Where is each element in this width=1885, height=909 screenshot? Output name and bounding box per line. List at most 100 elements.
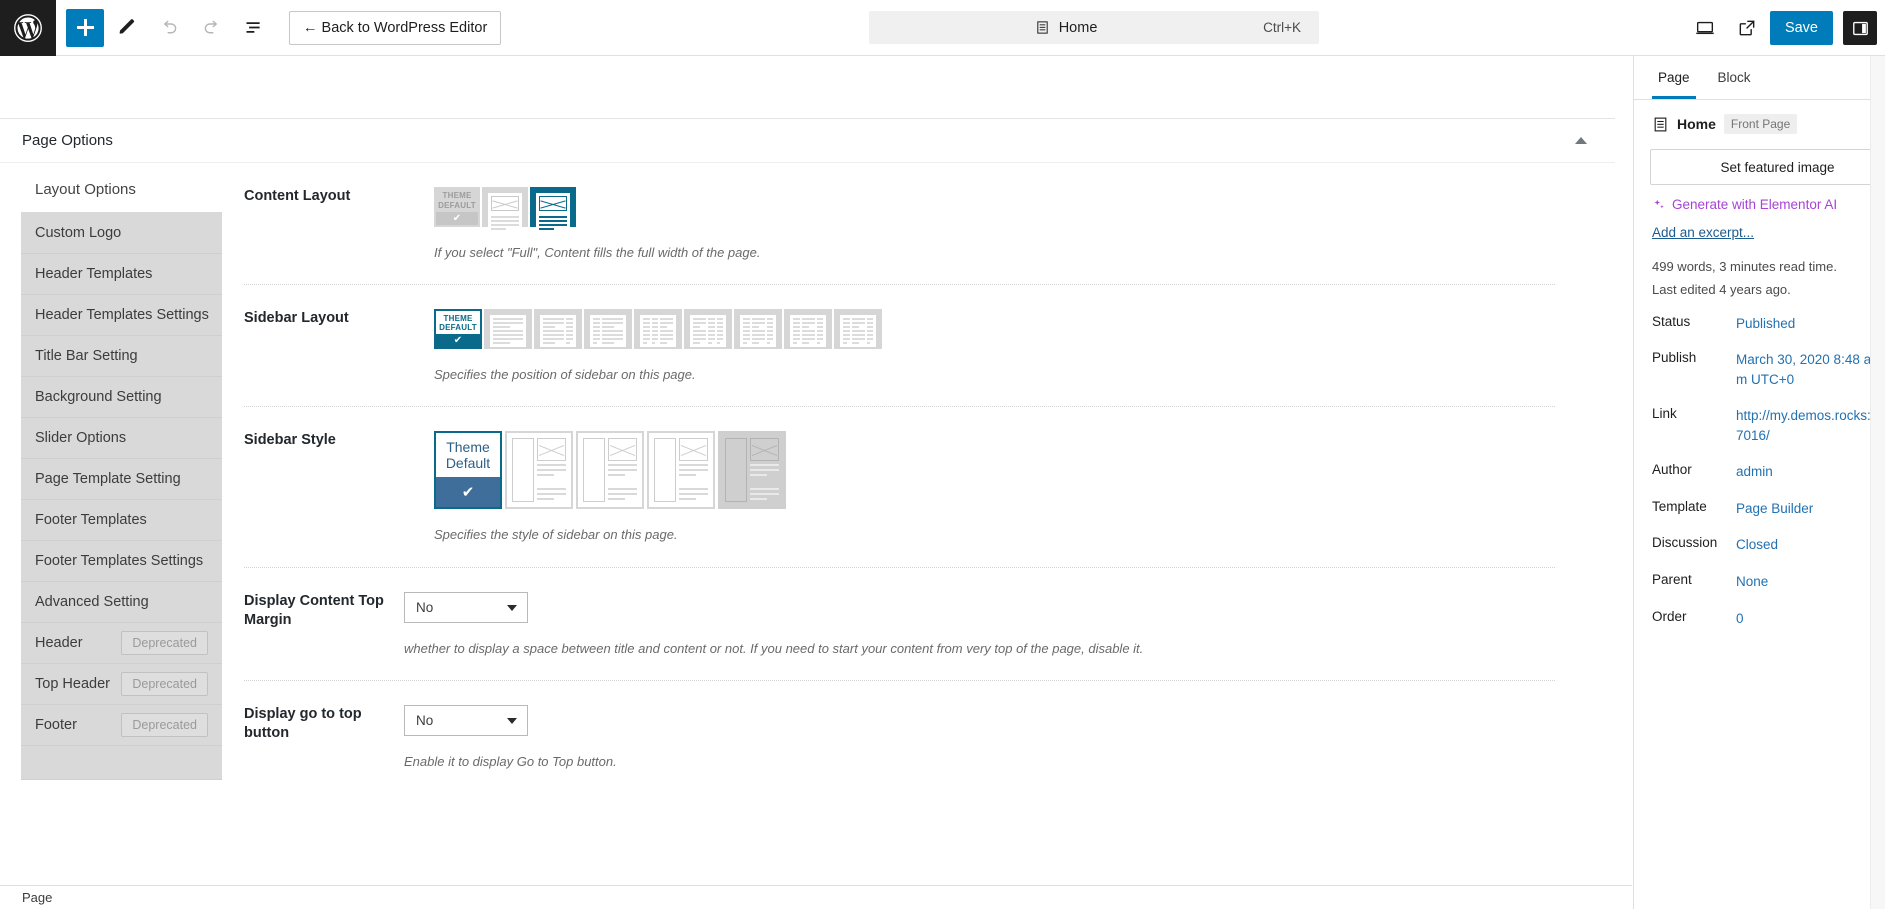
- preview-line: [843, 338, 850, 341]
- preview-line: [743, 322, 750, 325]
- preview-line: [566, 334, 573, 337]
- nav-item-custom-logo[interactable]: Custom Logo: [21, 213, 222, 254]
- meta-value[interactable]: March 30, 2020 8:48 am UTC+0: [1736, 350, 1875, 389]
- content-layout-option[interactable]: [530, 187, 576, 233]
- nav-item-background-setting[interactable]: Background Setting: [21, 377, 222, 418]
- preview-column: [643, 318, 650, 345]
- nav-item-footer-templates[interactable]: Footer Templates: [21, 500, 222, 541]
- meta-value[interactable]: http://my.demos.rocks:7016/: [1736, 406, 1875, 445]
- preview-line: [801, 342, 809, 345]
- meta-value[interactable]: None: [1736, 572, 1875, 592]
- theme-default-label: Theme Default: [445, 438, 491, 472]
- theme-default-swatch[interactable]: THEME DEFAULT ✔: [434, 187, 480, 227]
- content-top-margin-select[interactable]: No: [404, 591, 528, 623]
- preview-line: [679, 498, 697, 501]
- generate-with-elementor-ai-button[interactable]: Generate with Elementor AI: [1634, 197, 1885, 212]
- sidebar-style-default-swatch[interactable]: Theme Default ✔: [434, 431, 502, 510]
- sidebar-layout-option[interactable]: [684, 309, 732, 350]
- sidebar-style-option[interactable]: [647, 431, 715, 510]
- preview-column: [751, 318, 765, 345]
- sidebar-layout-option[interactable]: [734, 309, 782, 350]
- redo-button[interactable]: [192, 9, 230, 47]
- sidebar-layout-option[interactable]: [484, 309, 532, 350]
- meta-key: Link: [1652, 406, 1677, 422]
- tab-block[interactable]: Block: [1704, 56, 1765, 99]
- preview-line: [643, 322, 650, 325]
- preview-column: [793, 318, 800, 345]
- nav-item-label: Page Template Setting: [35, 471, 181, 487]
- sidebar-layout-option[interactable]: [534, 309, 582, 350]
- meta-value[interactable]: Closed: [1736, 535, 1875, 555]
- chevron-up-icon[interactable]: [1575, 137, 1587, 144]
- preview-line: [751, 334, 765, 337]
- theme-default-swatch[interactable]: THEME DEFAULT ✔: [434, 309, 482, 350]
- meta-value[interactable]: Page Builder: [1736, 499, 1875, 519]
- edit-tool-button[interactable]: [108, 9, 146, 47]
- preview-line: [766, 318, 773, 321]
- document-overview-button[interactable]: [234, 9, 272, 47]
- preview-column: [866, 318, 873, 345]
- theme-default-label: THEME DEFAULT: [436, 189, 478, 212]
- preview-line: [851, 318, 865, 321]
- wordpress-logo-icon[interactable]: [0, 0, 56, 56]
- meta-value[interactable]: 0: [1736, 609, 1875, 629]
- sidebar-scrollbar[interactable]: [1870, 56, 1885, 909]
- nav-item-footer[interactable]: Footer Deprecated: [21, 705, 222, 746]
- check-icon: ✔: [436, 477, 500, 508]
- preview-line: [693, 318, 706, 321]
- go-to-top-select[interactable]: No: [404, 704, 528, 736]
- image-placeholder-icon: [539, 196, 567, 211]
- sidebar-layout-option[interactable]: [634, 309, 682, 350]
- add-block-button[interactable]: [66, 8, 104, 47]
- content-layout-option[interactable]: [482, 187, 528, 233]
- nav-item-slider-options[interactable]: Slider Options: [21, 418, 222, 459]
- preview-column: [493, 318, 523, 345]
- sidebar-layout-option[interactable]: [584, 309, 632, 350]
- nav-item-label: Header Templates Settings: [35, 307, 209, 323]
- command-palette-button[interactable]: Home Ctrl+K: [869, 11, 1319, 44]
- meta-value[interactable]: Published: [1736, 314, 1875, 334]
- nav-item-header-templates-settings[interactable]: Header Templates Settings: [21, 295, 222, 336]
- save-button[interactable]: Save: [1769, 11, 1833, 45]
- preview-line: [537, 464, 566, 467]
- preview-sidebar-column: [583, 438, 605, 503]
- tab-page[interactable]: Page: [1644, 56, 1704, 99]
- preview-line: [643, 334, 650, 337]
- preview-line: [843, 330, 850, 333]
- sidebar-style-option[interactable]: [505, 431, 573, 510]
- preview-line: [751, 342, 759, 345]
- preview-line: [816, 326, 823, 329]
- nav-item-header-templates[interactable]: Header Templates: [21, 254, 222, 295]
- add-excerpt-link[interactable]: Add an excerpt...: [1634, 225, 1885, 240]
- set-featured-image-button[interactable]: Set featured image: [1650, 149, 1885, 185]
- desktop-preview-button[interactable]: [1686, 9, 1724, 47]
- undo-button[interactable]: [150, 9, 188, 47]
- sidebar-layout-option[interactable]: [834, 309, 882, 350]
- preview-line: [750, 488, 779, 491]
- nav-item-title-bar-setting[interactable]: Title Bar Setting: [21, 336, 222, 377]
- nav-item-advanced-setting[interactable]: Advanced Setting: [21, 582, 222, 623]
- settings-sidebar-toggle-button[interactable]: [1843, 11, 1877, 45]
- preview-line: [593, 318, 600, 321]
- meta-row-template: Template Page Builder: [1634, 499, 1885, 519]
- page-title: Page Options: [22, 132, 113, 149]
- sidebar-style-option[interactable]: [718, 431, 786, 510]
- preview-column: [543, 318, 564, 345]
- meta-value[interactable]: admin: [1736, 462, 1875, 482]
- nav-item-header[interactable]: Header Deprecated: [21, 623, 222, 664]
- nav-item-page-template-setting[interactable]: Page Template Setting: [21, 459, 222, 500]
- nav-item-footer-templates-settings[interactable]: Footer Templates Settings: [21, 541, 222, 582]
- desktop-preview-icon: [1696, 21, 1714, 35]
- preview-line: [537, 474, 555, 477]
- preview-column: [593, 318, 600, 345]
- preview-line: [651, 326, 658, 329]
- nav-item-top-header[interactable]: Top Header Deprecated: [21, 664, 222, 705]
- sidebar-layout-option[interactable]: [784, 309, 832, 350]
- view-external-link-button[interactable]: [1728, 9, 1766, 47]
- sparkle-icon: [1654, 199, 1664, 208]
- sidebar-style-option[interactable]: [576, 431, 644, 510]
- chevron-down-icon: [507, 604, 517, 611]
- preview-line: [851, 342, 859, 345]
- preview-line: [716, 318, 723, 321]
- back-to-wordpress-editor-button[interactable]: ← Back to WordPress Editor: [289, 10, 502, 45]
